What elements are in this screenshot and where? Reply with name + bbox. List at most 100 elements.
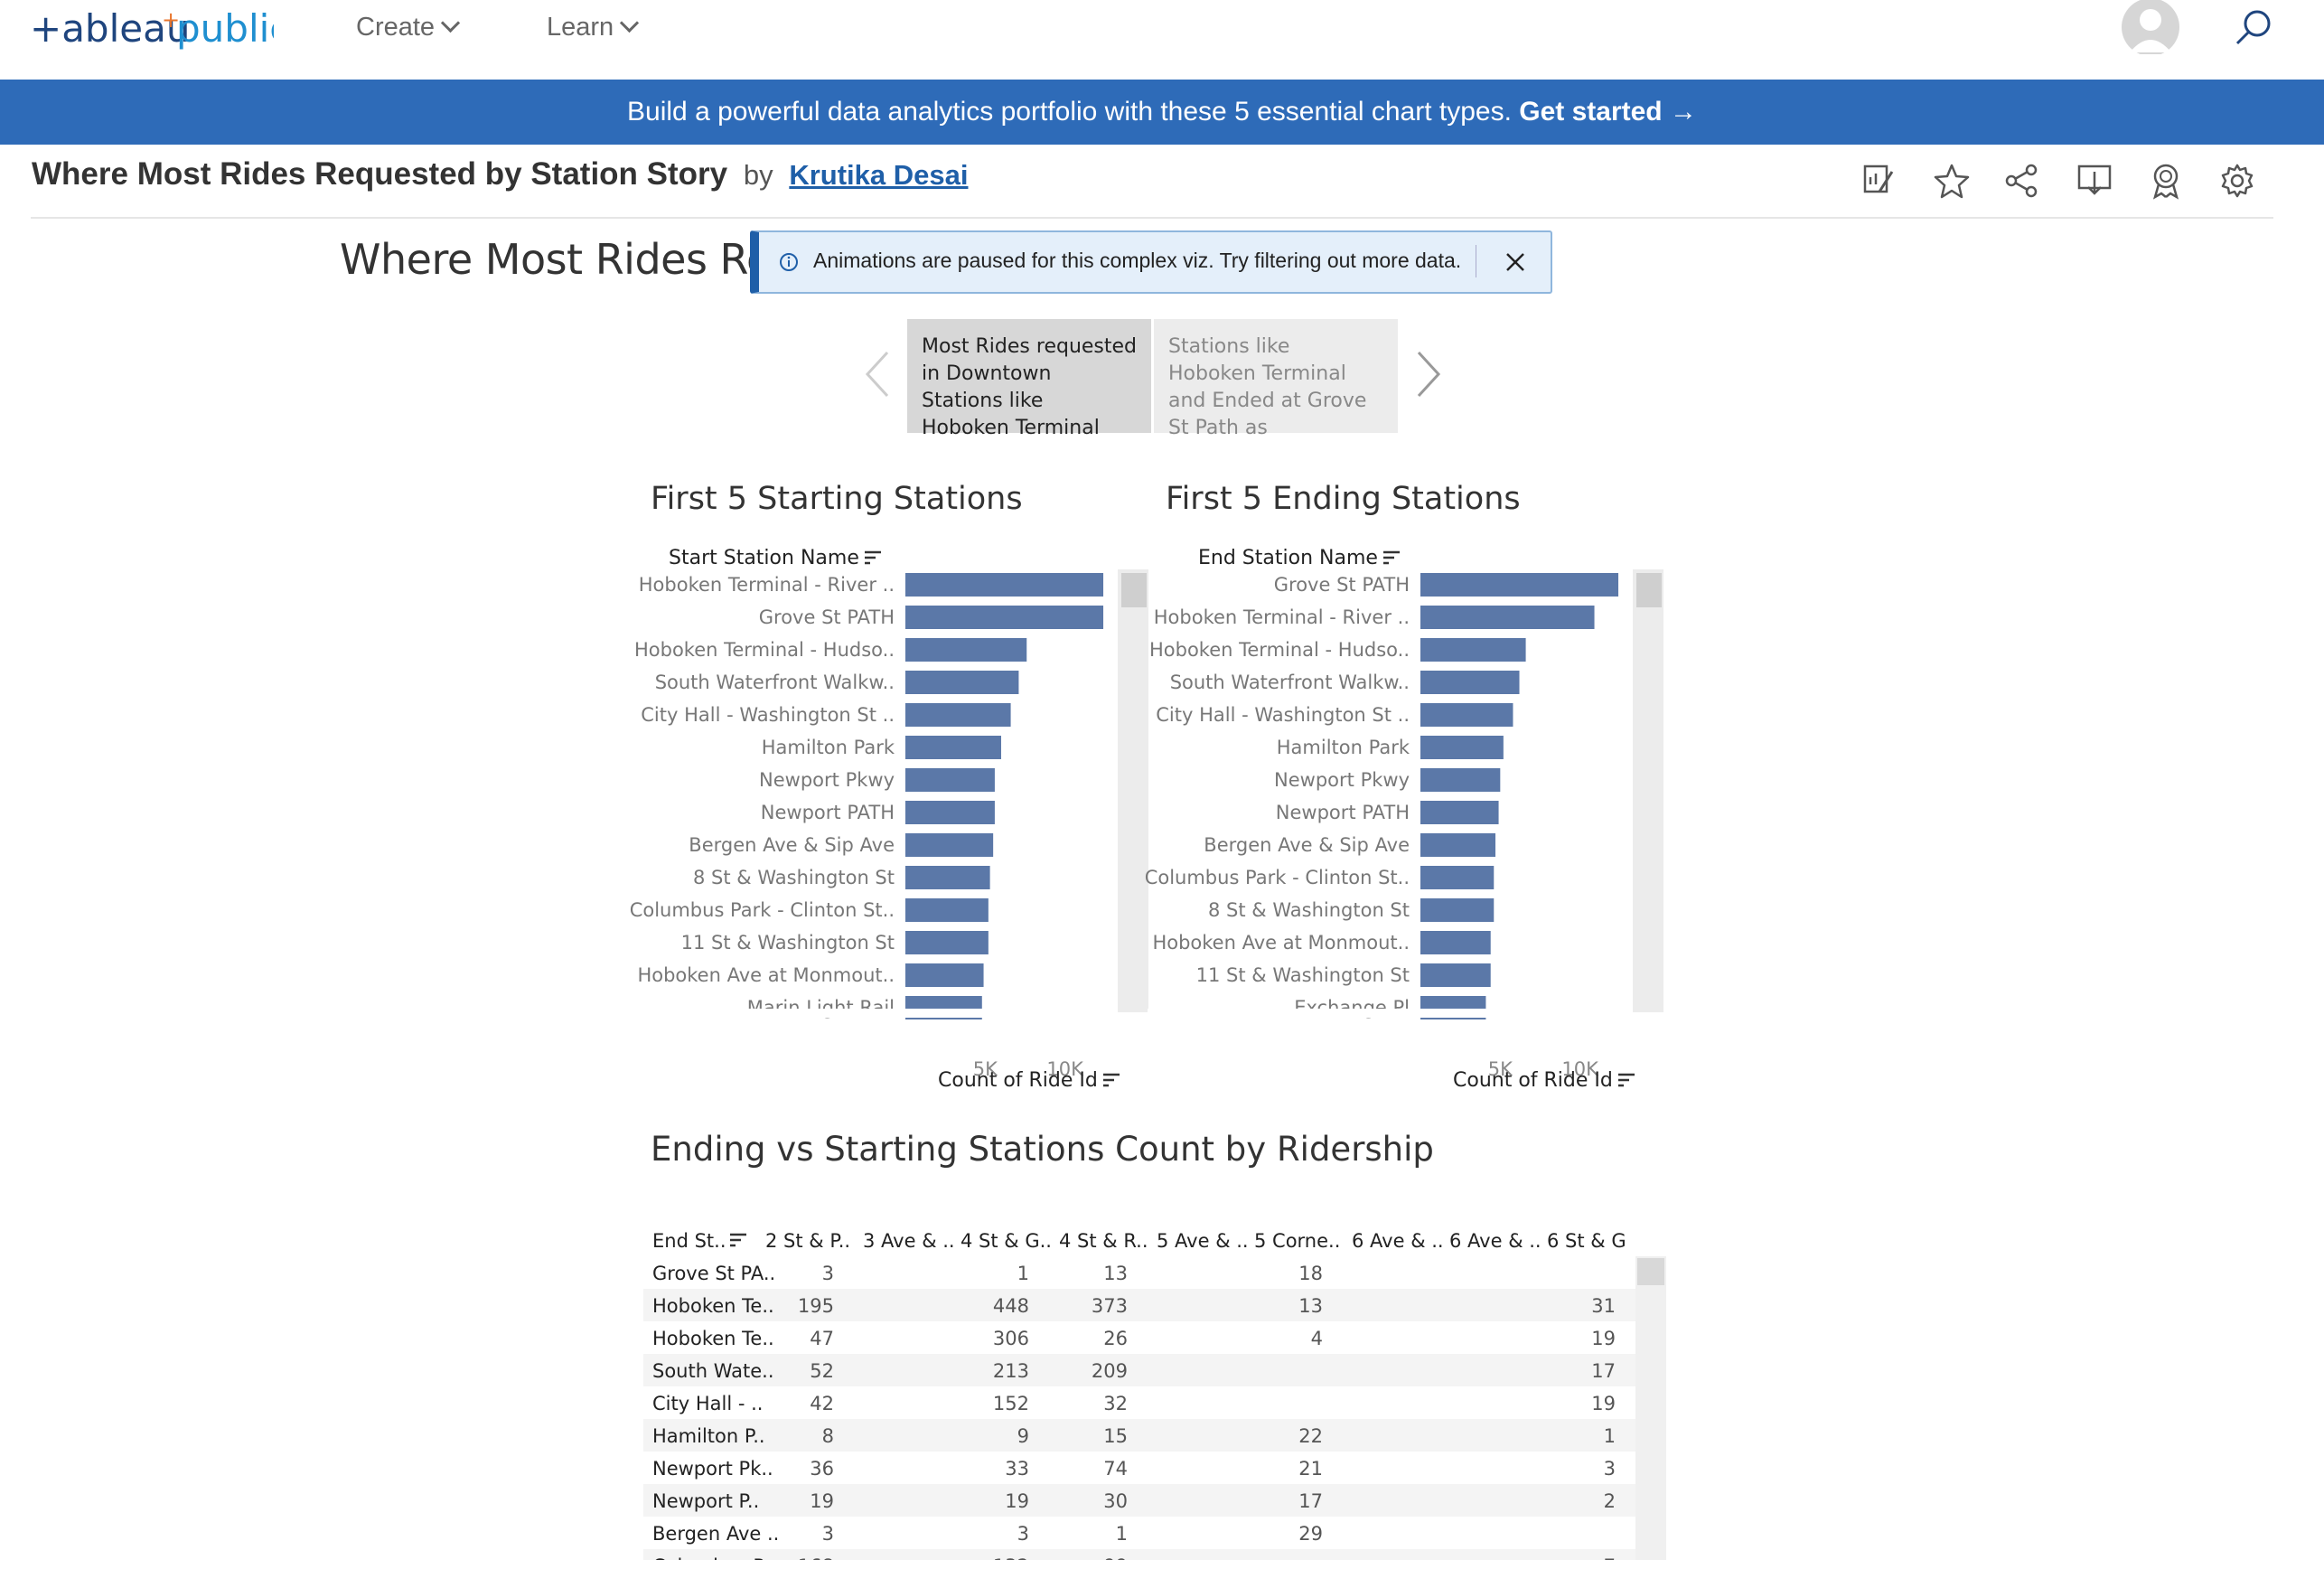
bar[interactable] bbox=[1420, 801, 1499, 824]
sort-icon[interactable] bbox=[1382, 550, 1400, 565]
starting-stations-bar-chart: Hoboken Terminal - River .. Grove St PATH… bbox=[630, 569, 1148, 1080]
settings-gear-icon[interactable] bbox=[2217, 161, 2257, 201]
bar[interactable] bbox=[1420, 703, 1513, 727]
table-cell: 21 bbox=[1298, 1458, 1323, 1480]
column-header: 6 St & G bbox=[1547, 1230, 1626, 1252]
bar[interactable] bbox=[905, 963, 984, 987]
create-menu[interactable]: Create bbox=[356, 13, 461, 42]
bar[interactable] bbox=[905, 736, 1001, 759]
bar[interactable] bbox=[1420, 833, 1496, 857]
sort-icon[interactable] bbox=[1617, 1073, 1635, 1087]
bar[interactable] bbox=[905, 638, 1027, 662]
table-cell: 3 bbox=[1017, 1523, 1029, 1545]
bar[interactable] bbox=[1420, 736, 1504, 759]
table-cell: 31 bbox=[1591, 1295, 1616, 1317]
category-label: Grove St PATH bbox=[1274, 574, 1410, 596]
search-icon[interactable] bbox=[2232, 7, 2275, 51]
scrollbar-thumb[interactable] bbox=[1120, 573, 1147, 607]
table-cell: 22 bbox=[1298, 1425, 1323, 1447]
table-cell: 306 bbox=[993, 1328, 1029, 1349]
bar[interactable] bbox=[1420, 671, 1520, 694]
tableau-public-logo[interactable]: +ableau + public bbox=[30, 5, 290, 61]
learn-menu-label: Learn bbox=[547, 13, 614, 42]
scrollbar-track bbox=[1635, 1256, 1666, 1569]
table-cell: 3 bbox=[822, 1263, 834, 1284]
user-avatar[interactable] bbox=[2121, 0, 2180, 54]
edit-icon[interactable] bbox=[1860, 161, 1899, 201]
table-cell: 74 bbox=[1103, 1458, 1128, 1480]
viz-title-bar: Where Most Rides Requested by Station St… bbox=[32, 156, 968, 193]
category-label: City Hall - Washington St .. bbox=[1156, 704, 1410, 726]
bar[interactable] bbox=[905, 671, 1019, 694]
bar[interactable] bbox=[905, 801, 995, 824]
table-cell: 30 bbox=[1103, 1490, 1128, 1512]
story-next-arrow-icon[interactable] bbox=[1410, 349, 1446, 399]
start-station-field-header[interactable]: Start Station Name bbox=[669, 547, 881, 569]
category-label: Hoboken Ave at Monmout.. bbox=[637, 964, 895, 986]
bar[interactable] bbox=[1420, 768, 1501, 792]
bar[interactable] bbox=[1420, 606, 1595, 629]
crosstab-title: Ending vs Starting Stations Count by Rid… bbox=[651, 1130, 1434, 1169]
count-axis-label: Count of Ride Id bbox=[938, 1069, 1098, 1092]
bar[interactable] bbox=[905, 898, 989, 922]
table-cell: 448 bbox=[993, 1295, 1029, 1317]
table-cell: 19 bbox=[810, 1490, 834, 1512]
toast-message: Animations are paused for this complex v… bbox=[813, 249, 1462, 272]
scrollbar-thumb[interactable] bbox=[1635, 573, 1662, 607]
table-cell: 33 bbox=[1005, 1458, 1029, 1480]
author-link[interactable]: Krutika Desai bbox=[789, 159, 968, 191]
column-header: 4 St & G.. bbox=[961, 1230, 1052, 1252]
sort-icon[interactable] bbox=[864, 550, 881, 565]
share-icon[interactable] bbox=[2002, 161, 2042, 201]
story-point-2[interactable]: Stations like Hoboken Terminal and Ended… bbox=[1154, 319, 1398, 439]
get-started-link[interactable]: Get started → bbox=[1519, 97, 1697, 127]
download-icon[interactable] bbox=[2075, 161, 2114, 201]
story-point-1[interactable]: Most Rides requested in Downtown Station… bbox=[907, 319, 1151, 439]
category-label: Bergen Ave & Sip Ave bbox=[1204, 834, 1410, 856]
bar[interactable] bbox=[905, 833, 994, 857]
bar[interactable] bbox=[905, 931, 989, 954]
table-cell: 17 bbox=[1591, 1360, 1616, 1382]
info-icon bbox=[780, 253, 798, 271]
scrollbar-thumb[interactable] bbox=[1637, 1258, 1664, 1285]
badge-icon[interactable] bbox=[2146, 161, 2186, 201]
category-label: City Hall - Washington St .. bbox=[641, 704, 895, 726]
bar[interactable] bbox=[1420, 931, 1491, 954]
count-axis-title-end[interactable]: Count of Ride Id bbox=[1453, 1069, 1635, 1092]
bar[interactable] bbox=[1420, 573, 1619, 597]
category-label: Newport PATH bbox=[1276, 802, 1410, 823]
bar[interactable] bbox=[905, 768, 995, 792]
story-prev-arrow-icon[interactable] bbox=[860, 349, 896, 399]
table-cell: 152 bbox=[993, 1393, 1029, 1414]
category-label: South Waterfront Walkw.. bbox=[655, 672, 895, 693]
bar[interactable] bbox=[1420, 963, 1491, 987]
close-icon[interactable] bbox=[1502, 249, 1529, 276]
bar[interactable] bbox=[905, 606, 1104, 629]
learn-menu[interactable]: Learn bbox=[547, 13, 640, 42]
category-label: 8 St & Washington St bbox=[1208, 899, 1410, 921]
bar[interactable] bbox=[1420, 866, 1495, 889]
count-axis-title-start[interactable]: Count of Ride Id bbox=[938, 1069, 1120, 1092]
column-header: 5 Corne.. bbox=[1254, 1230, 1340, 1252]
bar[interactable] bbox=[1420, 638, 1526, 662]
bar[interactable] bbox=[905, 573, 1104, 597]
bar[interactable] bbox=[905, 703, 1011, 727]
svg-text:public: public bbox=[176, 6, 274, 51]
favorite-star-icon[interactable] bbox=[1932, 161, 1972, 201]
table-cell: 19 bbox=[1591, 1328, 1616, 1349]
end-station-field-header[interactable]: End Station Name bbox=[1198, 547, 1400, 569]
category-label: Grove St PATH bbox=[759, 606, 895, 628]
ridership-crosstab: End St.. 2 St & P.. 3 Ave & .. 4 St & G.. 4 … bbox=[643, 1230, 1673, 1569]
table-cell: 29 bbox=[1298, 1523, 1323, 1545]
table-cell: 2 bbox=[1604, 1490, 1616, 1512]
bar[interactable] bbox=[1420, 898, 1495, 922]
column-header: 2 St & P.. bbox=[765, 1230, 850, 1252]
table-cell: 26 bbox=[1103, 1328, 1128, 1349]
table-cell: 47 bbox=[810, 1328, 834, 1349]
table-cell: 32 bbox=[1103, 1393, 1128, 1414]
bar[interactable] bbox=[905, 866, 990, 889]
chevron-down-icon bbox=[620, 13, 640, 33]
sort-icon bbox=[730, 1233, 746, 1247]
sort-icon[interactable] bbox=[1102, 1073, 1120, 1087]
category-label: Hamilton Park bbox=[1277, 737, 1410, 758]
